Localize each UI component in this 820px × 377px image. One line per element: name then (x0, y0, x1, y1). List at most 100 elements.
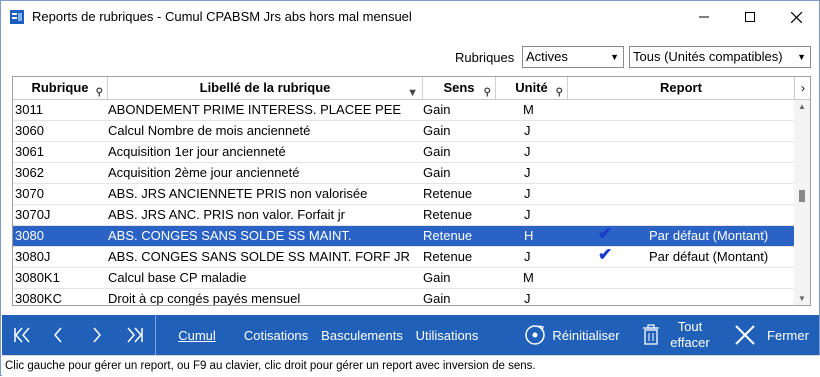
status-bar: Clic gauche pour gérer un report, ou F9 … (2, 355, 820, 377)
table-row[interactable]: 3070J ABS. JRS ANC. PRIS non valor. Forf… (13, 205, 794, 226)
cell-sens: Retenue (423, 207, 473, 222)
table-row[interactable]: 3062 Acquisition 2ème jour ancienneté Ga… (13, 163, 794, 184)
column-header-unite[interactable]: Unité ⚲ (496, 77, 568, 99)
cell-code: 3080KC (15, 291, 62, 306)
first-record-button[interactable] (6, 315, 38, 355)
cell-code: 3011 (15, 102, 43, 117)
cell-code: 3080K1 (15, 270, 60, 285)
skip-first-icon (14, 327, 30, 343)
status-filter-value: Actives (526, 49, 568, 64)
tout-effacer-label: Tout effacer (670, 319, 710, 351)
cell-unite: J (524, 144, 531, 159)
close-icon (735, 325, 755, 345)
column-header-label: Sens (443, 80, 475, 95)
minimize-icon (699, 16, 709, 18)
last-record-button[interactable] (119, 315, 151, 355)
cumul-button[interactable]: Cumul (172, 315, 222, 355)
close-window-button[interactable] (773, 1, 819, 33)
table-header: Rubrique ⚲ Libellé de la rubrique ▼ Sens… (13, 77, 810, 100)
cell-label: ABS. CONGES SANS SOLDE SS MAINT. FORF JR (108, 249, 410, 264)
fermer-label: Fermer (767, 327, 809, 343)
cell-label: Acquisition 2ème jour ancienneté (108, 165, 300, 180)
cell-code: 3062 (15, 165, 44, 180)
table-row[interactable]: 3011 ABONDEMENT PRIME INTERESS. PLACEE P… (13, 100, 794, 121)
tout-effacer-line1: Tout (677, 319, 703, 334)
close-icon (790, 11, 802, 23)
title-bar: Reports de rubriques - Cumul CPABSM Jrs … (1, 1, 819, 33)
previous-record-button[interactable] (42, 315, 74, 355)
table-row[interactable]: 3070 ABS. JRS ANCIENNETE PRIS non valori… (13, 184, 794, 205)
cell-label: Calcul base CP maladie (108, 270, 247, 285)
column-header-report[interactable]: Report (568, 77, 794, 99)
chevron-down-icon: ▼ (610, 52, 619, 62)
app-icon (10, 10, 24, 24)
cotisations-button[interactable]: Cotisations (240, 315, 312, 355)
cell-sens: Gain (423, 291, 451, 306)
previous-icon (54, 327, 62, 343)
table-row-selected[interactable]: 3080 ABS. CONGES SANS SOLDE SS MAINT. Re… (13, 224, 794, 247)
checkmark-icon: ✔ (598, 224, 613, 243)
table-row[interactable]: 3080KC Droit à cp congés payés mensuel G… (13, 289, 794, 306)
window-title: Reports de rubriques - Cumul CPABSM Jrs … (32, 9, 412, 24)
cell-report: Par défaut (Montant) (649, 228, 769, 243)
column-header-sens[interactable]: Sens ⚲ (423, 77, 496, 99)
action-toolbar: Cumul Cotisations Basculements Utilisati… (2, 315, 819, 355)
column-header-libelle[interactable]: Libellé de la rubrique ▼ (108, 77, 423, 99)
cell-unite: J (524, 186, 531, 201)
cell-unite: J (524, 291, 531, 306)
cell-label: ABONDEMENT PRIME INTERESS. PLACEE PEE (108, 102, 402, 117)
column-header-label: Rubrique (31, 80, 89, 95)
next-record-button[interactable] (81, 315, 113, 355)
reinitialiser-button[interactable]: Réinitialiser (520, 315, 624, 355)
cell-unite: J (524, 249, 531, 264)
unit-filter-select[interactable]: Tous (Unités compatibles) ▼ (629, 46, 811, 68)
cell-sens: Retenue (423, 249, 473, 264)
table-row[interactable]: 3060 Calcul Nombre de mois ancienneté Ga… (13, 121, 794, 142)
vertical-scrollbar[interactable]: ▲ ▼ (794, 100, 810, 305)
rubriques-table: Rubrique ⚲ Libellé de la rubrique ▼ Sens… (12, 76, 811, 306)
cell-sens: Gain (423, 123, 451, 138)
toolbar-separator (155, 315, 156, 355)
unit-filter-value: Tous (Unités compatibles) (633, 49, 783, 64)
cell-unite: J (524, 207, 531, 222)
cell-code: 3060 (15, 123, 44, 138)
cell-code: 3070J (15, 207, 51, 222)
column-header-label: Unité (515, 80, 548, 95)
table-row[interactable]: 3061 Acquisition 1er jour ancienneté Gai… (13, 142, 794, 163)
utilisations-button[interactable]: Utilisations (411, 315, 483, 355)
cell-unite: J (524, 123, 531, 138)
chevron-down-icon: ▼ (797, 52, 806, 62)
scrollbar-thumb[interactable] (799, 190, 805, 202)
reset-icon (525, 325, 546, 345)
cell-code: 3080J (15, 249, 51, 264)
maximize-button[interactable] (727, 1, 773, 33)
chevron-right-icon: › (801, 81, 805, 95)
column-header-label: Libellé de la rubrique (199, 80, 331, 95)
cell-unite: M (523, 270, 534, 285)
cell-label: Droit à cp congés payés mensuel (108, 291, 301, 306)
table-row[interactable]: 3080K1 Calcul base CP maladie Gain M (13, 268, 794, 289)
report-window: Reports de rubriques - Cumul CPABSM Jrs … (0, 0, 820, 377)
scroll-right-button[interactable]: › (794, 77, 810, 99)
cell-code: 3070 (15, 186, 44, 201)
scroll-down-icon[interactable]: ▼ (798, 294, 806, 303)
minimize-button[interactable] (681, 1, 727, 33)
next-icon (93, 327, 101, 343)
cell-code: 3080 (15, 228, 44, 243)
cell-sens: Retenue (423, 186, 473, 201)
cell-sens: Gain (423, 102, 451, 117)
scroll-up-icon[interactable]: ▲ (798, 102, 806, 111)
cell-label: Acquisition 1er jour ancienneté (108, 144, 286, 159)
status-filter-select[interactable]: Actives ▼ (522, 46, 624, 68)
column-header-rubrique[interactable]: Rubrique ⚲ (13, 77, 108, 99)
table-row[interactable]: 3080J ABS. CONGES SANS SOLDE SS MAINT. F… (13, 245, 794, 268)
cell-unite: J (524, 165, 531, 180)
fermer-button[interactable]: Fermer (731, 315, 813, 355)
checkmark-icon: ✔ (598, 245, 613, 264)
tout-effacer-button[interactable]: Tout effacer (630, 315, 722, 355)
basculements-button[interactable]: Basculements (318, 315, 406, 355)
cell-code: 3061 (15, 144, 44, 159)
trash-icon (643, 324, 660, 345)
cell-unite: M (523, 102, 534, 117)
cell-sens: Gain (423, 144, 451, 159)
